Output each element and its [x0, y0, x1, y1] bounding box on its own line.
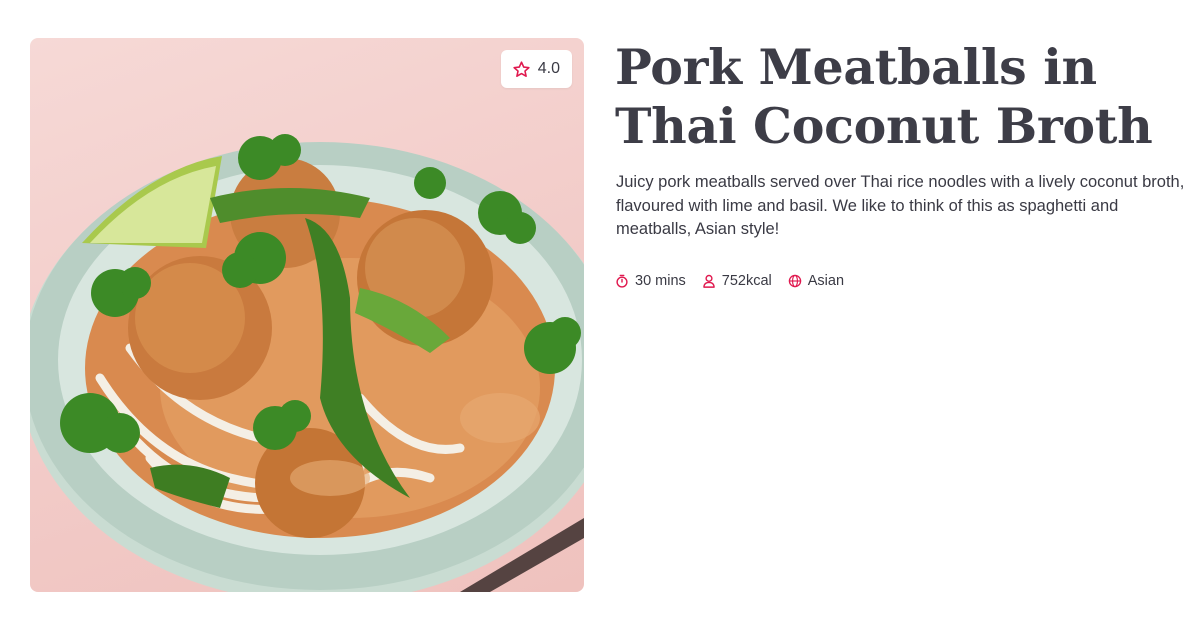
recipe-photo-illustration — [30, 134, 584, 592]
star-icon — [513, 60, 530, 77]
globe-icon — [788, 274, 802, 288]
recipe-meta: 30 mins 752kcal Asian — [615, 273, 844, 289]
person-icon — [703, 274, 715, 288]
meta-calories-label: 752kcal — [721, 273, 772, 289]
recipe-title: Pork Meatballs in Thai Coconut Broth — [615, 38, 1153, 155]
recipe-image[interactable]: 4.0 — [30, 38, 584, 592]
meta-calories: 752kcal — [702, 273, 772, 289]
meta-time: 30 mins — [615, 273, 686, 289]
rating-badge[interactable]: 4.0 — [500, 50, 572, 88]
rating-value: 4.0 — [537, 60, 560, 77]
meta-time-label: 30 mins — [635, 273, 686, 289]
recipe-description: Juicy pork meatballs served over Thai ri… — [616, 173, 1185, 238]
meta-cuisine: Asian — [788, 273, 844, 289]
stopwatch-icon — [616, 274, 628, 288]
meta-cuisine-label: Asian — [807, 273, 845, 289]
